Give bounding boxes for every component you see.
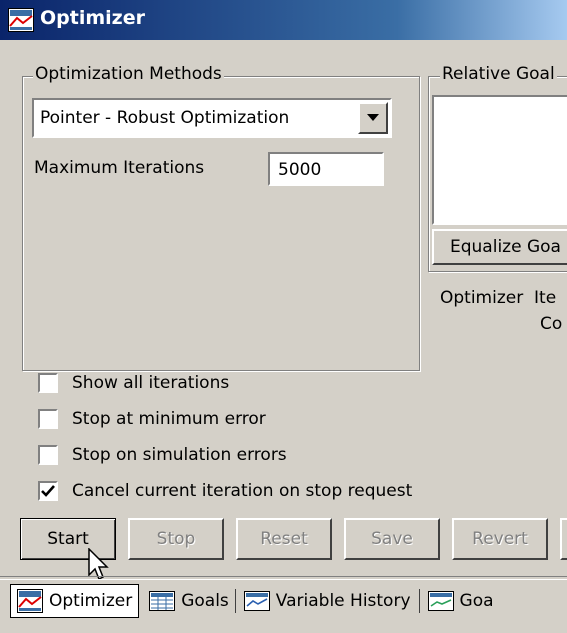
- method-dropdown-button[interactable]: [358, 102, 388, 134]
- revert-label: Revert: [472, 529, 528, 549]
- checkmark-icon: [41, 485, 55, 497]
- show-all-iterations-label: Show all iterations: [72, 373, 230, 393]
- tab-goals-history-label: Goa: [459, 591, 494, 611]
- relative-goal-list[interactable]: [432, 95, 567, 225]
- tab-strip-divider: [0, 576, 567, 580]
- method-select-value: Pointer - Robust Optimization: [40, 108, 290, 128]
- tab-optimizer-label: Optimizer: [49, 591, 133, 611]
- revert-button[interactable]: Revert: [452, 518, 548, 560]
- relative-goal-legend: Relative Goal: [440, 64, 557, 84]
- tab-variable-history[interactable]: Variable History: [236, 584, 419, 618]
- title-bar[interactable]: Optimizer: [0, 0, 567, 40]
- option-stop-at-minimum-error[interactable]: Stop at minimum error: [38, 409, 266, 429]
- clipped-button[interactable]: [560, 518, 567, 560]
- equalize-goals-button[interactable]: Equalize Goa: [432, 229, 567, 265]
- save-label: Save: [371, 529, 413, 549]
- chart-icon: [243, 591, 270, 611]
- cancel-current-iteration-label: Cancel current iteration on stop request: [72, 481, 413, 501]
- stop-label: Stop: [156, 529, 196, 549]
- stop-button[interactable]: Stop: [128, 518, 224, 560]
- option-cancel-current-iteration[interactable]: Cancel current iteration on stop request: [38, 481, 412, 501]
- stop-on-simulation-errors-label: Stop on simulation errors: [72, 445, 287, 465]
- tab-goals-history[interactable]: Goa: [420, 584, 494, 618]
- max-iterations-input[interactable]: 5000: [268, 152, 384, 186]
- save-button[interactable]: Save: [344, 518, 440, 560]
- optimizer-app-icon: [8, 8, 34, 32]
- option-show-all-iterations[interactable]: Show all iterations: [38, 373, 229, 393]
- max-iterations-value: 5000: [278, 160, 322, 180]
- tab-goals-label: Goals: [181, 591, 229, 611]
- goals-icon: [149, 591, 176, 611]
- optimizer-status-line-1: Optimizer Ite: [440, 288, 557, 308]
- method-select[interactable]: Pointer - Robust Optimization: [32, 98, 392, 138]
- tab-variable-history-label: Variable History: [275, 591, 411, 611]
- optimizer-status-line-2: Co: [540, 314, 563, 334]
- stop-at-minimum-error-label: Stop at minimum error: [72, 409, 266, 429]
- max-iterations-label: Maximum Iterations: [34, 158, 205, 178]
- optimization-methods-legend: Optimization Methods: [33, 64, 224, 84]
- stop-on-simulation-errors-checkbox[interactable]: [38, 445, 58, 465]
- chart-icon: [427, 591, 454, 611]
- reset-label: Reset: [260, 529, 308, 549]
- chevron-down-icon: [367, 114, 379, 121]
- reset-button[interactable]: Reset: [236, 518, 332, 560]
- option-stop-on-simulation-errors[interactable]: Stop on simulation errors: [38, 445, 287, 465]
- window-title: Optimizer: [40, 7, 145, 29]
- show-all-iterations-checkbox[interactable]: [38, 373, 58, 393]
- cancel-current-iteration-checkbox[interactable]: [38, 481, 58, 501]
- tab-goals[interactable]: Goals: [139, 584, 235, 618]
- start-label: Start: [47, 529, 89, 549]
- bottom-tab-strip: Optimizer Goals Variable History Goa: [10, 584, 494, 618]
- optimizer-icon: [17, 589, 43, 613]
- stop-at-minimum-error-checkbox[interactable]: [38, 409, 58, 429]
- equalize-goals-label: Equalize Goa: [450, 237, 561, 257]
- tab-optimizer[interactable]: Optimizer: [10, 584, 140, 618]
